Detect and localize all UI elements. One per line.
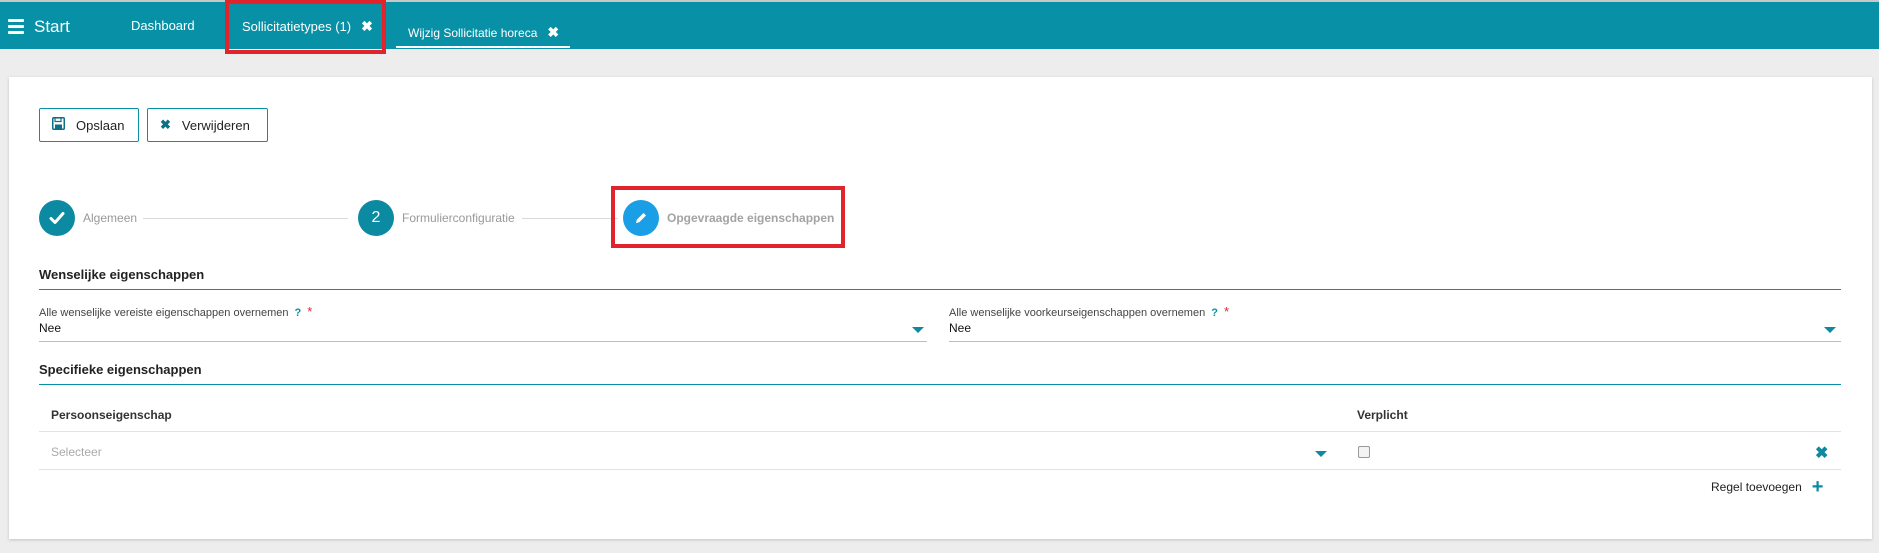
table-divider — [39, 431, 1841, 432]
section-title-specific: Specifieke eigenschappen — [39, 362, 202, 377]
select-underline[interactable] — [39, 341, 927, 342]
save-button[interactable]: Opslaan — [39, 108, 139, 142]
help-icon[interactable]: ? — [294, 307, 301, 319]
start-label: Start — [34, 16, 70, 36]
floppy-disk-icon — [52, 117, 65, 133]
section-divider — [39, 384, 1841, 385]
delete-button[interactable]: ✖ Verwijderen — [147, 108, 268, 142]
tab-label: Dashboard — [131, 18, 195, 33]
table-divider — [39, 469, 1841, 470]
step-algemeen[interactable]: Algemeen — [39, 200, 137, 236]
required-marker: * — [1223, 304, 1230, 319]
step-label: Formulierconfiguratie — [402, 211, 515, 225]
select-value: Nee — [39, 321, 62, 335]
tab-dashboard[interactable]: Dashboard — [131, 18, 195, 33]
step-number: 2 — [358, 200, 394, 236]
hamburger-icon — [8, 16, 24, 37]
step-label: Algemeen — [83, 211, 138, 225]
chevron-down-icon[interactable] — [1315, 451, 1327, 457]
chevron-down-icon[interactable] — [1824, 327, 1836, 333]
section-title-desired: Wenselijke eigenschappen — [39, 267, 205, 282]
close-icon: ✖ — [160, 117, 171, 132]
delete-label: Verwijderen — [181, 117, 250, 133]
field-label: Alle wenselijke voorkeurseigenschappen o… — [949, 304, 1230, 319]
add-row-label: Regel toevoegen — [1711, 480, 1802, 494]
form-card: Opslaan ✖ Verwijderen Algemeen 2 Formuli… — [9, 77, 1872, 539]
select-value: Nee — [949, 321, 972, 335]
tab-label: Wijzig Sollicitatie horeca — [408, 26, 538, 40]
section-divider — [39, 289, 1841, 290]
step-connector — [522, 218, 618, 219]
plus-icon: + — [1811, 476, 1824, 498]
active-tab-indicator — [396, 46, 570, 48]
column-header-persoonseigenschap: Persoonseigenschap — [51, 408, 172, 422]
remove-row-icon[interactable]: ✖ — [1815, 443, 1828, 463]
required-marker: * — [307, 304, 313, 319]
property-select[interactable]: Selecteer — [51, 445, 102, 459]
add-row-button[interactable]: Regel toevoegen + — [1711, 476, 1824, 498]
select-underline[interactable] — [949, 341, 1841, 342]
highlight-box — [611, 186, 845, 248]
check-icon — [39, 200, 75, 236]
help-icon[interactable]: ? — [1211, 307, 1218, 319]
field-label: Alle wenselijke vereiste eigenschappen o… — [39, 304, 313, 319]
close-icon[interactable]: ✖ — [547, 24, 559, 40]
tab-wijzig-sollicitatie[interactable]: Wijzig Sollicitatie horeca ✖ — [408, 24, 559, 41]
chevron-down-icon[interactable] — [912, 327, 924, 333]
start-menu-button[interactable]: Start — [8, 16, 70, 37]
step-connector — [143, 218, 348, 219]
step-formulierconfiguratie[interactable]: 2 Formulierconfiguratie — [358, 200, 515, 236]
required-checkbox[interactable] — [1358, 446, 1370, 458]
highlight-box — [225, 0, 386, 54]
column-header-verplicht: Verplicht — [1357, 408, 1408, 422]
save-label: Opslaan — [76, 117, 125, 133]
